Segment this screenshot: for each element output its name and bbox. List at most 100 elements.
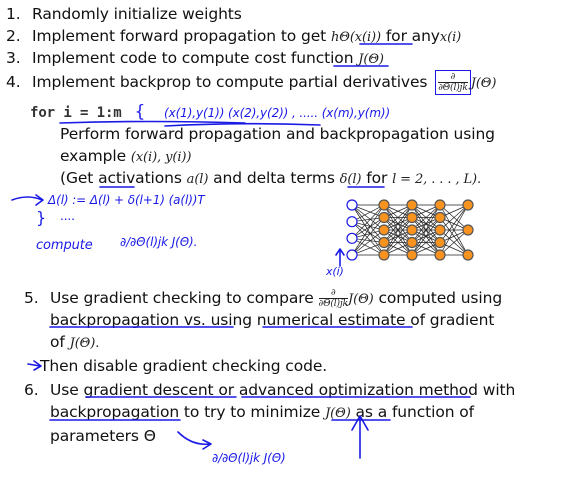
network-node [434, 249, 446, 261]
arrow-icon [27, 363, 41, 367]
up-arrow-head-icon [335, 248, 345, 256]
network-edge [383, 204, 413, 231]
network-edge [351, 221, 385, 256]
network-edge [411, 204, 441, 256]
step-text: Randomly initialize weights [32, 5, 242, 23]
step-number: 4. [6, 73, 21, 91]
open-brace: { [134, 102, 146, 122]
neural-network-diagram [346, 199, 474, 261]
network-edge [411, 229, 441, 243]
network-edge [351, 204, 385, 256]
network-edge [411, 229, 441, 243]
network-edge [439, 204, 469, 256]
network-edge [351, 217, 385, 256]
network-edge [411, 229, 441, 256]
arrow-head-icon [202, 439, 212, 450]
step-text: of [50, 333, 65, 351]
step-4: 4. Implement backprop to compute partial … [6, 70, 496, 95]
network-edge [351, 217, 385, 223]
network-edge [351, 204, 385, 239]
gradient-descent-term: gradient descent [83, 381, 214, 399]
activations-text: (Get activations [60, 169, 182, 187]
network-edge [351, 237, 385, 256]
network-edge [411, 242, 441, 256]
step-2: 2. Implement forward propagation to get h… [6, 26, 461, 48]
arrow-icon [177, 431, 211, 446]
network-edge [411, 204, 441, 231]
handwritten-examples: (x(1),y(1)) (x(2),y(2)) , ..... (x(m),y(… [164, 106, 391, 120]
network-edge [351, 204, 385, 243]
network-edge [411, 217, 441, 231]
delta-formula: δ(l) [339, 172, 362, 187]
input-node [346, 249, 358, 261]
network-edge [351, 204, 385, 218]
network-edge [351, 204, 385, 231]
network-edge [351, 242, 385, 256]
step-1: 1. Randomly initialize weights [6, 4, 242, 24]
hw-compute: compute [36, 238, 93, 253]
partial-cost: J(Θ) [348, 292, 374, 307]
step-text: to try to minimize [183, 403, 321, 421]
network-edge [411, 204, 441, 218]
network-node [406, 211, 418, 224]
step-number: 3. [6, 49, 21, 67]
for-loop-header: for i = 1:m { (x(1),y(1)) (x(2),y(2)) , … [30, 102, 390, 123]
network-edge [383, 229, 413, 243]
network-node [462, 199, 474, 211]
step-5-line-3: of J(Θ). [50, 332, 99, 354]
network-node [406, 199, 418, 211]
network-edge [383, 217, 413, 243]
step-5-line-1: 5. Use gradient checking to compare ∂ ∂Θ(… [24, 288, 502, 310]
step-text: with [482, 381, 516, 399]
network-node [378, 211, 390, 224]
network-edge [411, 217, 441, 256]
network-node [462, 224, 474, 236]
network-node [434, 211, 446, 224]
frac-denominator: ∂Θ(l)jk [438, 83, 468, 93]
network-edge [383, 204, 413, 218]
body-line-3: (Get activations a(l) and delta terms δ(… [60, 168, 481, 190]
network-node [378, 199, 390, 211]
network-edge [411, 204, 441, 218]
frac-numerator: ∂ [318, 288, 348, 299]
network-edge [383, 217, 413, 243]
network-edge [411, 204, 441, 231]
cost-formula: J(Θ) [358, 52, 384, 67]
network-edge [383, 204, 413, 243]
network-edge [411, 204, 441, 243]
network-edge [383, 242, 413, 256]
step-text: computed using [378, 289, 503, 307]
step-6-line-2: backpropagation to try to minimize J(Θ) … [50, 402, 474, 424]
network-edge [383, 229, 413, 256]
network-edge [383, 204, 413, 256]
partial-cost: J(Θ) [470, 76, 497, 91]
network-node [378, 249, 390, 261]
network-node [406, 224, 418, 236]
frac-numerator: ∂ [438, 72, 468, 83]
network-edge [411, 229, 441, 256]
network-edge [351, 204, 385, 256]
step-6-line-3: parameters Θ [50, 427, 156, 445]
hw-partial: ∂/∂Θ(l)jk J(Θ). [120, 235, 198, 249]
network-edge [439, 242, 469, 256]
activation-formula: a(l) [186, 172, 209, 187]
network-edge [439, 204, 469, 256]
network-node [434, 236, 446, 249]
step-number: 1. [6, 5, 21, 23]
network-edge [383, 242, 413, 256]
network-node [434, 199, 446, 211]
step-number: 5. [24, 289, 39, 307]
network-edge [439, 204, 469, 243]
step-text: Use [50, 381, 79, 399]
advanced-optimization-term: advanced optimization method [238, 381, 478, 399]
hw-bottom-partial: ∂/∂Θ(l)jk J(Θ) [212, 451, 286, 465]
then-disable-line: Then disable gradient checking code. [40, 357, 328, 375]
step-tail: for any [385, 27, 440, 45]
step-5-line-2: backpropagation vs. using numerical esti… [50, 310, 494, 330]
arrow-icon [11, 196, 43, 201]
network-edge [439, 217, 469, 231]
network-edge [383, 229, 413, 243]
network-edge [351, 217, 385, 239]
numerical-estimate-term: numerical estimate [256, 311, 406, 329]
for-loop-code: for i = 1:m [30, 105, 122, 121]
